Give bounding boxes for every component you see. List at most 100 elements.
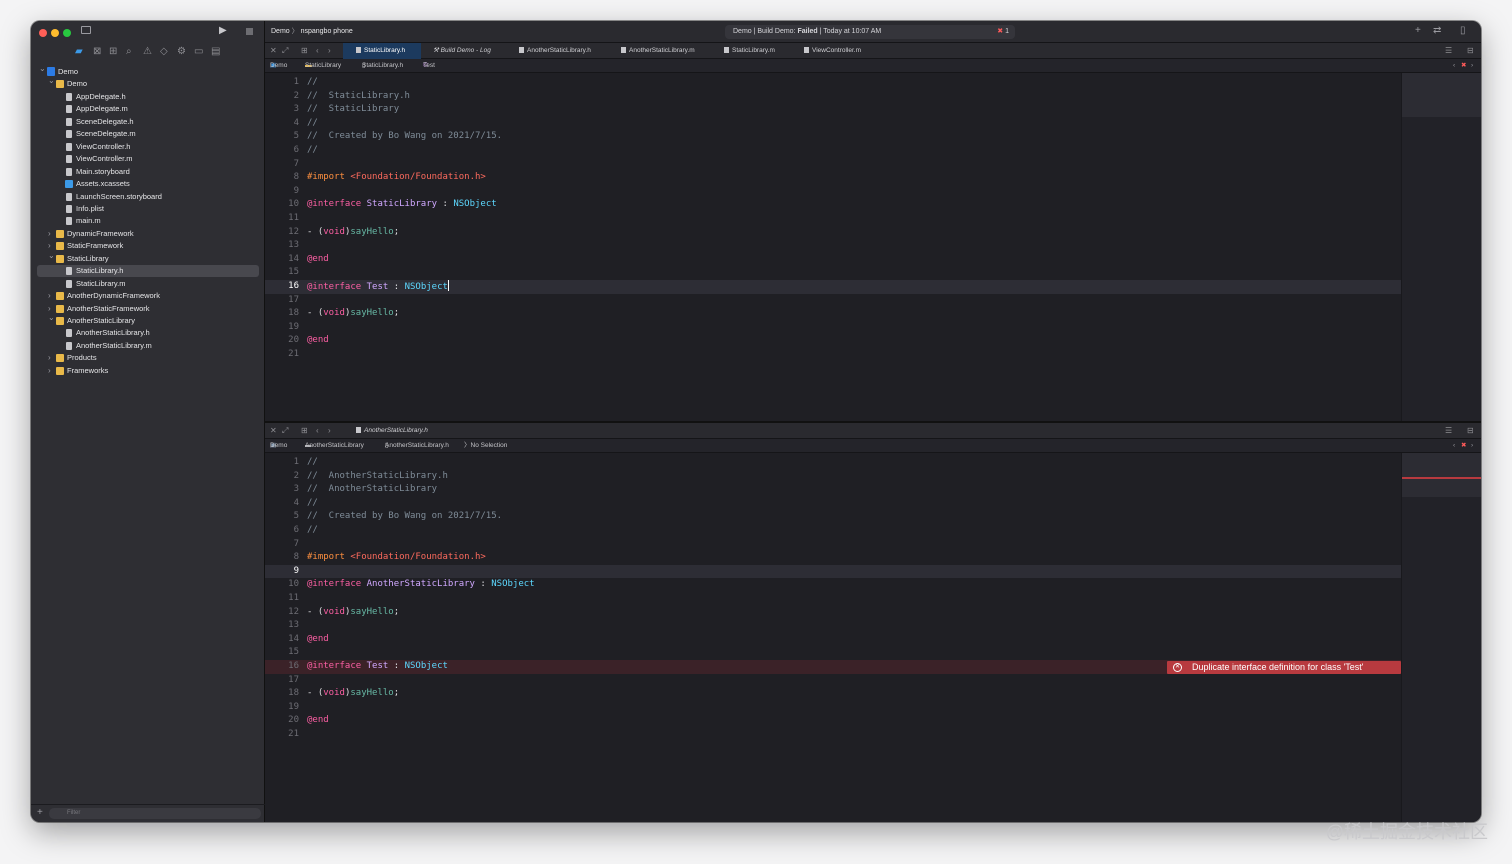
code-line[interactable]: #import <Foundation/Foundation.h> [307, 171, 486, 185]
add-editor-icon[interactable]: ⊟ [1467, 423, 1474, 439]
code-line[interactable]: - (void)sayHello; [307, 307, 399, 321]
add-icon[interactable]: + [37, 807, 43, 818]
sidebar-item[interactable]: LaunchScreen.storyboard [31, 191, 265, 203]
issue-navigator-icon[interactable]: ⚠ [143, 44, 152, 60]
code-line[interactable]: // [307, 456, 318, 470]
code-line[interactable]: @interface StaticLibrary : NSObject [307, 198, 497, 212]
symbol-navigator-icon[interactable]: ⊞ [109, 44, 117, 60]
tab-anotherstaticlibrary-m[interactable]: AnotherStaticLibrary.m [621, 43, 695, 59]
back-icon[interactable]: ‹ [316, 43, 319, 59]
close-window-button[interactable] [39, 29, 47, 37]
sidebar-item[interactable]: main.m [31, 215, 265, 227]
code-line[interactable]: @end [307, 253, 329, 267]
bottom-minimap[interactable] [1401, 453, 1481, 822]
code-line[interactable]: // StaticLibrary.h [307, 90, 410, 104]
tab-staticlibrary-h[interactable]: StaticLibrary.h [343, 43, 421, 59]
issue-nav-prev-icon[interactable]: ‹ [1453, 59, 1455, 73]
code-line[interactable]: - (void)sayHello; [307, 226, 399, 240]
sidebar-item[interactable]: › AnotherStaticFramework [31, 303, 265, 315]
back-icon[interactable]: ‹ [316, 423, 319, 439]
forward-icon[interactable]: › [328, 43, 331, 59]
folder-navigator-icon[interactable]: ▰ [75, 44, 83, 60]
sidebar-item[interactable]: SceneDelegate.h [31, 116, 265, 128]
sidebar-item[interactable]: Assets.xcassets [31, 178, 265, 190]
chevron-down-icon[interactable]: ⌄ [48, 312, 55, 324]
stop-icon[interactable] [246, 28, 253, 35]
issue-nav-prev-icon[interactable]: ‹ [1453, 439, 1455, 453]
run-icon[interactable]: ▶ [219, 25, 227, 36]
sidebar-toggle-icon[interactable] [81, 26, 91, 34]
code-line[interactable]: @interface Test : NSObject [307, 660, 448, 674]
code-line[interactable]: // [307, 497, 318, 511]
add-editor-icon[interactable]: ⊟ [1467, 43, 1474, 59]
find-navigator-icon[interactable]: ⌕ [126, 44, 132, 60]
code-line[interactable]: - (void)sayHello; [307, 606, 399, 620]
code-line[interactable]: // [307, 76, 318, 90]
sidebar-item[interactable]: AppDelegate.h [31, 91, 265, 103]
chevron-right-icon[interactable]: › [48, 352, 51, 364]
issue-nav-next-icon[interactable]: › [1471, 439, 1473, 453]
forward-icon[interactable]: › [328, 423, 331, 439]
code-line[interactable]: @end [307, 714, 329, 728]
issue-indicator-icon[interactable]: ✖ [1461, 59, 1466, 73]
issue-indicator-icon[interactable]: ✖ [1461, 439, 1466, 453]
code-line[interactable]: @interface AnotherStaticLibrary : NSObje… [307, 578, 535, 592]
sidebar-item[interactable]: › Products [31, 352, 265, 364]
tab-viewcontroller-m[interactable]: ViewController.m [804, 43, 861, 59]
tab-build-log[interactable]: ⚒ Build Demo - Log [431, 43, 491, 59]
sidebar-item[interactable]: StaticLibrary.m [31, 278, 265, 290]
editor-options-icon[interactable]: ☰ [1445, 43, 1452, 59]
sidebar-item[interactable]: › DynamicFramework [31, 228, 265, 240]
code-line[interactable]: // AnotherStaticLibrary [307, 483, 437, 497]
debug-navigator-icon[interactable]: ⚙ [177, 44, 186, 60]
sidebar-item[interactable]: ⌄ StaticLibrary [31, 250, 265, 265]
chevron-down-icon[interactable]: ⌄ [48, 250, 55, 262]
report-navigator-icon[interactable]: ▤ [211, 44, 220, 60]
related-items-icon[interactable]: ⊞ [301, 423, 308, 439]
tab-anotherstaticlibrary-h[interactable]: AnotherStaticLibrary.h [356, 423, 428, 439]
sidebar-item[interactable]: SceneDelegate.m [31, 128, 265, 140]
sidebar-item[interactable]: ⌄ AnotherStaticLibrary [31, 312, 265, 327]
zoom-window-button[interactable] [63, 29, 71, 37]
sidebar-item[interactable]: ⌄ Demo [31, 76, 265, 90]
source-control-icon[interactable]: ⊠ [93, 44, 101, 60]
sidebar-item[interactable]: StaticLibrary.h [37, 265, 259, 278]
library-add-icon[interactable]: + [1415, 25, 1421, 36]
sidebar-item[interactable]: › Frameworks [31, 365, 265, 377]
code-line[interactable]: @end [307, 633, 329, 647]
sidebar-item[interactable]: ⌄ Demo [31, 63, 265, 78]
sidebar-item[interactable]: AnotherStaticLibrary.m [31, 340, 265, 352]
bottom-code-editor[interactable]: 1 // 2 // AnotherStaticLibrary.h 3 // Another… [265, 453, 1401, 822]
breakpoint-navigator-icon[interactable]: ▭ [194, 44, 203, 60]
issue-nav-next-icon[interactable]: › [1471, 59, 1473, 73]
related-items-icon[interactable]: ⊞ [301, 43, 308, 59]
code-line[interactable]: // [307, 524, 318, 538]
close-editor-icon[interactable]: ✕ [270, 423, 277, 439]
tab-anotherstaticlibrary-h[interactable]: AnotherStaticLibrary.h [519, 43, 591, 59]
scheme-selector[interactable]: Demo 〉 nspangbo phone [271, 26, 353, 38]
code-line[interactable]: @interface Test : NSObject [307, 280, 449, 295]
inspector-toggle-icon[interactable]: ▯ [1460, 25, 1466, 36]
code-line[interactable]: // [307, 144, 318, 158]
chevron-right-icon[interactable]: › [48, 290, 51, 302]
code-line[interactable]: // Created by Bo Wang on 2021/7/15. [307, 130, 502, 144]
breadcrumb-item[interactable]: 〉 No Selection [464, 439, 507, 453]
sidebar-item[interactable]: AnotherStaticLibrary.h [31, 327, 265, 339]
sidebar-item[interactable]: ViewController.m [31, 153, 265, 165]
filter-field[interactable]: Filter [49, 808, 261, 819]
code-line[interactable]: @end [307, 334, 329, 348]
code-line[interactable]: // AnotherStaticLibrary.h [307, 470, 448, 484]
error-count-badge[interactable]: ✖ 1 [997, 25, 1009, 39]
code-review-icon[interactable]: ⇄ [1433, 25, 1441, 36]
sidebar-item[interactable]: ViewController.h [31, 141, 265, 153]
chevron-right-icon[interactable]: › [48, 228, 51, 240]
chevron-down-icon[interactable]: ⌄ [39, 63, 46, 75]
code-line[interactable]: // [307, 117, 318, 131]
top-code-editor[interactable]: 1 // 2 // StaticLibrary.h 3 // StaticLibrary 4… [265, 73, 1401, 421]
code-line[interactable]: #import <Foundation/Foundation.h> [307, 551, 486, 565]
sidebar-item[interactable]: Main.storyboard [31, 166, 265, 178]
code-line[interactable]: // StaticLibrary [307, 103, 399, 117]
expand-editor-icon[interactable]: ⤢ [282, 423, 288, 439]
chevron-right-icon[interactable]: › [48, 365, 51, 377]
error-annotation[interactable]: ✕ Duplicate interface definition for cla… [1167, 661, 1401, 674]
